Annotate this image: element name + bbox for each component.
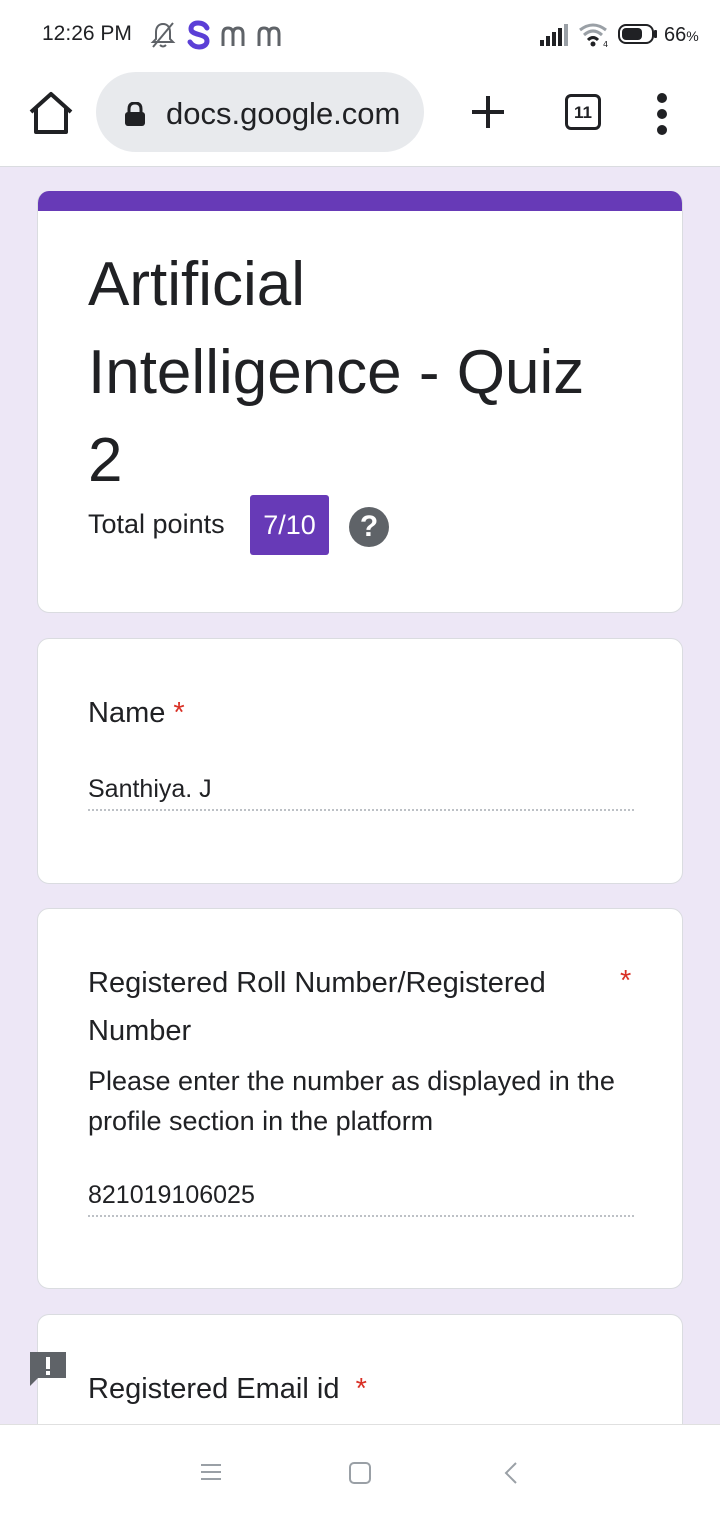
more-options-icon[interactable] <box>650 92 674 136</box>
required-marker: * <box>620 965 632 997</box>
header-accent-bar <box>38 191 682 211</box>
total-points-label: Total points <box>88 509 225 539</box>
answer-underline <box>88 809 634 811</box>
wifi-icon: 4 <box>579 23 608 48</box>
m-app-icon <box>257 26 281 46</box>
back-nav-icon[interactable] <box>502 1461 520 1485</box>
required-marker: * <box>173 697 185 729</box>
status-bar: 12:26 PM 4 66% <box>0 0 720 70</box>
home-icon[interactable] <box>24 90 78 136</box>
help-icon[interactable]: ? <box>349 507 389 547</box>
status-time: 12:26 PM <box>42 22 132 45</box>
url-text: docs.google.com <box>166 96 401 131</box>
new-tab-icon[interactable] <box>468 90 508 134</box>
tab-switcher-button[interactable]: 11 <box>565 94 601 130</box>
question-title: Name * <box>88 697 185 729</box>
m-app-icon <box>221 26 245 46</box>
battery-icon <box>618 24 657 44</box>
bell-off-icon <box>150 22 176 48</box>
question-description: Please enter the number as displayed in … <box>88 1066 615 1136</box>
question-card-roll-number: Registered Roll Number/Registered Number… <box>37 908 683 1289</box>
recent-apps-icon[interactable] <box>200 1461 222 1483</box>
address-bar[interactable]: docs.google.com <box>96 72 424 152</box>
home-nav-icon[interactable] <box>348 1461 372 1485</box>
page-title: Artificial Intelligence - Quiz 2 <box>88 250 585 495</box>
system-nav-bar <box>0 1424 720 1521</box>
svg-text:4: 4 <box>603 40 608 48</box>
question-title: Registered Roll Number/Registered Number <box>88 967 546 1047</box>
s-app-icon <box>187 20 210 50</box>
question-title: Registered Email id * <box>88 1373 367 1405</box>
answer-text: Santhiya. J <box>88 775 212 803</box>
battery-percent: 66% <box>664 24 699 46</box>
lock-icon <box>125 102 145 126</box>
answer-underline <box>88 1215 634 1217</box>
question-card-name: Name * Santhiya. J <box>37 638 683 884</box>
report-icon[interactable] <box>28 1350 68 1388</box>
required-marker: * <box>355 1373 367 1405</box>
signal-icon <box>540 24 568 46</box>
browser-toolbar: docs.google.com 11 <box>0 70 720 167</box>
score-badge: 7/10 <box>250 495 329 555</box>
form-header-card: Artificial Intelligence - Quiz 2 Total p… <box>37 191 683 613</box>
answer-text: 821019106025 <box>88 1181 255 1209</box>
